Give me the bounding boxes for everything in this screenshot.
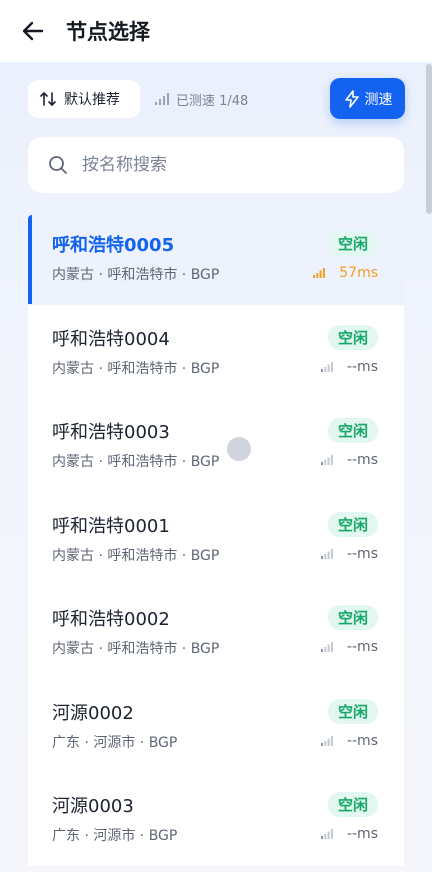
node-list: 呼和浩特0005 内蒙古 · 呼和浩特市 · BGP 空闲 57ms 呼和浩特0… <box>28 211 404 866</box>
node-name: 河源0003 <box>52 796 134 817</box>
latency: --ms <box>320 545 378 562</box>
status-badge: 空闲 <box>327 605 378 630</box>
signal-icon <box>155 93 169 105</box>
arrow-left-icon <box>22 21 44 41</box>
node-location: 内蒙古 · 呼和浩特市 · BGP <box>52 641 220 657</box>
latency-value: --ms <box>346 826 378 842</box>
scrollbar[interactable] <box>426 64 432 214</box>
status-badge: 空闲 <box>327 418 378 443</box>
latency: --ms <box>320 732 378 749</box>
latency-value: 57ms <box>339 265 378 281</box>
search-box[interactable] <box>28 137 404 193</box>
node-location: 内蒙古 · 呼和浩特市 · BGP <box>52 360 220 377</box>
latency-value: --ms <box>346 732 378 749</box>
signal-icon <box>320 642 333 652</box>
node-name: 呼和浩特0002 <box>52 609 170 630</box>
signal-icon <box>320 361 333 372</box>
node-item[interactable]: 呼和浩特0003 内蒙古 · 呼和浩特市 · BGP 空闲 --ms <box>28 398 404 492</box>
status-badge: 空闲 <box>327 231 378 256</box>
node-item[interactable]: 河源0003 广东 · 河源市 · BGP 空闲 --ms <box>28 772 404 866</box>
speed-test-label: 测速 <box>364 91 393 108</box>
search-input[interactable] <box>82 155 382 175</box>
latency-value: --ms <box>346 358 378 375</box>
node-name: 呼和浩特0001 <box>52 515 170 537</box>
node-location: 广东 · 河源市 · BGP <box>52 734 178 751</box>
sort-label: 默认推荐 <box>64 92 120 108</box>
sort-button[interactable]: 默认推荐 <box>28 80 140 118</box>
status-badge: 空闲 <box>327 324 378 350</box>
node-name: 呼和浩特0003 <box>52 422 170 443</box>
latency: 57ms <box>313 265 378 281</box>
latency-value: --ms <box>346 639 378 655</box>
sort-icon <box>40 92 56 106</box>
app-header: 节点选择 <box>0 0 432 62</box>
status-badge: 空闲 <box>327 698 378 724</box>
signal-icon <box>313 268 326 278</box>
node-item[interactable]: 呼和浩特0005 内蒙古 · 呼和浩特市 · BGP 空闲 57ms <box>28 211 404 305</box>
node-location: 内蒙古 · 呼和浩特市 · BGP <box>52 267 220 283</box>
latency: --ms <box>320 639 378 655</box>
latency: --ms <box>320 358 378 375</box>
status-badge: 空闲 <box>327 511 378 537</box>
search-icon <box>49 156 67 174</box>
latency-value: --ms <box>346 452 378 468</box>
page-title: 节点选择 <box>66 20 150 44</box>
tested-label: 已测速 1/48 <box>176 93 249 109</box>
node-location: 广东 · 河源市 · BGP <box>52 828 178 844</box>
node-location: 内蒙古 · 呼和浩特市 · BGP <box>52 454 220 470</box>
latency: --ms <box>320 826 378 842</box>
touch-indicator <box>227 437 251 461</box>
node-name: 河源0002 <box>52 702 134 724</box>
node-item[interactable]: 呼和浩特0001 内蒙古 · 呼和浩特市 · BGP 空闲 --ms <box>28 491 404 585</box>
signal-icon <box>320 829 333 839</box>
speed-test-button[interactable]: 测速 <box>330 78 405 119</box>
node-name: 呼和浩特0005 <box>52 235 175 256</box>
tested-count: 已测速 1/48 <box>154 80 248 118</box>
node-name: 呼和浩特0004 <box>52 328 170 350</box>
signal-icon <box>320 735 333 746</box>
lightning-icon <box>344 89 359 108</box>
node-location: 内蒙古 · 呼和浩特市 · BGP <box>52 547 220 564</box>
node-item[interactable]: 呼和浩特0004 内蒙古 · 呼和浩特市 · BGP 空闲 --ms <box>28 304 404 398</box>
signal-icon <box>320 548 333 559</box>
status-badge: 空闲 <box>327 792 378 817</box>
back-button[interactable] <box>18 16 48 46</box>
latency-value: --ms <box>346 545 378 562</box>
latency: --ms <box>320 452 378 468</box>
node-item[interactable]: 河源0002 广东 · 河源市 · BGP 空闲 --ms <box>28 678 404 772</box>
signal-icon <box>320 455 333 465</box>
node-item[interactable]: 呼和浩特0002 内蒙古 · 呼和浩特市 · BGP 空闲 --ms <box>28 585 404 679</box>
toolbar: 默认推荐 已测速 1/48 测速 <box>28 78 405 120</box>
